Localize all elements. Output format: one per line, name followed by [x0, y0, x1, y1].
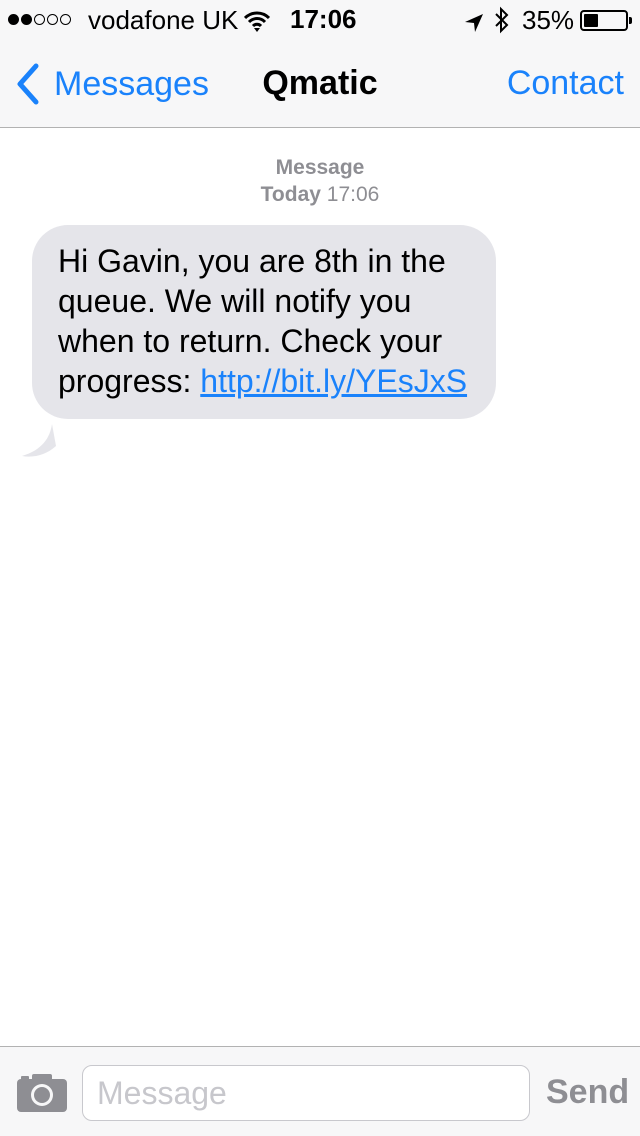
location-arrow-icon — [464, 9, 484, 40]
conversation-view[interactable]: Message Today 17:06 Hi Gavin, you are 8t… — [0, 128, 640, 1046]
wifi-icon — [243, 9, 271, 40]
bubble-tail — [22, 424, 56, 457]
incoming-message-bubble[interactable]: Hi Gavin, you are 8th in the queue. We w… — [32, 225, 496, 419]
message-composer: Send — [0, 1046, 640, 1136]
bluetooth-icon — [494, 6, 510, 41]
status-time: 17:06 — [290, 4, 357, 34]
battery-level-fill — [584, 14, 598, 27]
send-button[interactable]: Send — [546, 1073, 629, 1112]
messages-screen: vodafone UK 17:06 35% Messages Qmatic Co… — [0, 0, 640, 1136]
message-timestamp-header: Message Today 17:06 — [0, 154, 640, 208]
chevron-left-icon — [17, 63, 39, 105]
status-bar: vodafone UK 17:06 35% — [0, 0, 640, 40]
signal-dots-icon — [8, 14, 71, 25]
back-button[interactable]: Messages — [14, 62, 209, 106]
battery-icon — [580, 10, 632, 31]
navigation-bar: Messages Qmatic Contact — [0, 40, 640, 128]
contact-button[interactable]: Contact — [507, 64, 624, 103]
message-link[interactable]: http://bit.ly/YEsJxS — [200, 363, 467, 399]
back-button-label: Messages — [54, 64, 209, 103]
carrier-name: vodafone UK — [88, 5, 239, 35]
message-time-label: 17:06 — [326, 183, 380, 206]
battery-percent: 35% — [522, 5, 575, 35]
message-day-label: Today — [260, 183, 321, 206]
message-input[interactable] — [82, 1065, 530, 1121]
message-type-label: Message — [275, 156, 365, 179]
camera-icon[interactable] — [16, 1073, 68, 1118]
